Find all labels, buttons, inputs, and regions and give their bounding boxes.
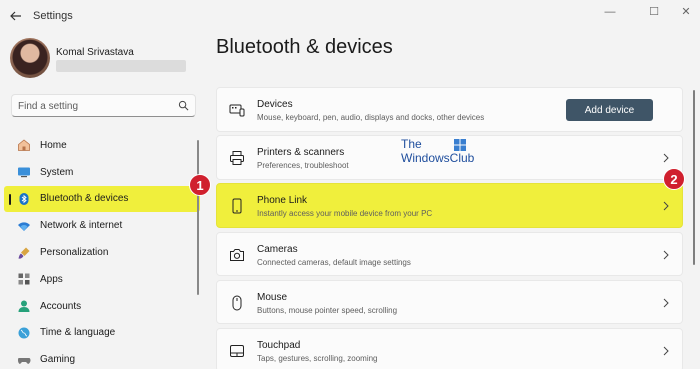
card-subtitle: Mouse, keyboard, pen, audio, displays an… [257,113,485,122]
page-title: Bluetooth & devices [216,36,393,58]
phone-icon [232,198,242,214]
printer-icon [230,151,244,166]
card-subtitle: Preferences, troubleshoot [257,161,349,171]
card-subtitle: Connected cameras, default image setting… [257,257,411,267]
globe-icon [17,326,31,340]
mouse-card[interactable]: Mouse Buttons, mouse pointer speed, scro… [216,279,683,325]
bluetooth-icon [17,192,31,206]
touchpad-card[interactable]: Touchpad Taps, gestures, scrolling, zoom… [216,327,683,369]
title-bar: Settings — ☐ ✕ [0,0,700,32]
profile-email-redacted [56,60,186,72]
content-scrollbar[interactable] [693,90,695,265]
accounts-icon [17,299,31,313]
watermark-line-2: WindowsClub [401,151,475,165]
system-icon [17,165,31,179]
apps-icon [17,272,31,286]
brush-icon [17,246,31,260]
maximize-button[interactable]: ☐ [642,4,666,20]
close-button[interactable]: ✕ [674,4,698,20]
search-icon [178,100,189,111]
sidebar-item-label: Personalization [40,247,109,259]
phone-link-card[interactable]: Phone Link Instantly access your mobile … [216,183,683,228]
sidebar-item-apps[interactable]: Apps [4,266,200,293]
card-subtitle: Instantly access your mobile device from… [257,209,433,219]
sidebar-item-bluetooth-devices[interactable]: Bluetooth & devices [4,185,200,213]
add-device-button[interactable]: Add device [566,99,653,121]
avatar [10,38,50,78]
card-title: Phone Link [257,195,308,207]
card-title: Devices [257,99,293,110]
sidebar-item-label: Apps [40,273,63,285]
annotation-badge-1: 1 [189,174,211,196]
sidebar-scrollbar[interactable] [197,140,199,295]
watermark: The WindowsClub [401,137,491,169]
wifi-icon [17,219,31,233]
cameras-card[interactable]: Cameras Connected cameras, default image… [216,231,683,277]
devices-icon [229,104,245,117]
sidebar-item-label: Bluetooth & devices [40,193,129,205]
sidebar-item-gaming[interactable]: Gaming [4,346,200,369]
sidebar-nav: Home System Bluetooth & devices Network … [4,132,200,369]
app-title: Settings [33,10,73,22]
user-profile[interactable]: Komal Srivastava [10,38,200,80]
home-icon [17,138,31,152]
minimize-button[interactable]: — [598,4,622,20]
annotation-badge-2: 2 [663,168,685,190]
card-subtitle: Taps, gestures, scrolling, zooming [257,353,378,363]
sidebar-item-network-internet[interactable]: Network & internet [4,212,200,239]
back-arrow-icon[interactable] [8,8,24,24]
chevron-right-icon [663,250,669,259]
windows-logo-icon [454,139,466,151]
watermark-line-1: The [401,137,422,151]
sidebar-item-label: Time & language [40,327,116,339]
chevron-right-icon [663,346,669,356]
sidebar-item-accounts[interactable]: Accounts [4,293,200,320]
sidebar-item-personalization[interactable]: Personalization [4,239,200,266]
card-title: Printers & scanners [257,147,345,159]
card-title: Cameras [257,243,298,255]
sidebar-item-label: System [40,166,74,178]
gaming-icon [17,353,31,367]
sidebar-item-label: Accounts [40,300,82,312]
sidebar-item-system[interactable]: System [4,159,200,186]
camera-icon [230,248,244,261]
card-title: Touchpad [257,339,301,351]
card-subtitle: Buttons, mouse pointer speed, scrolling [257,305,398,315]
card-title: Mouse [257,291,288,303]
settings-list: Devices Mouse, keyboard, pen, audio, dis… [216,87,683,369]
sidebar-item-label: Home [40,139,67,151]
search-input[interactable] [18,98,168,114]
sidebar-item-time-language[interactable]: Time & language [4,320,200,347]
chevron-right-icon [663,202,669,211]
sidebar-item-label: Network & internet [40,220,123,232]
touchpad-icon [230,344,244,357]
chevron-right-icon [663,153,669,163]
chevron-right-icon [663,298,669,308]
devices-card[interactable]: Devices Mouse, keyboard, pen, audio, dis… [216,87,683,132]
search-box[interactable] [11,94,196,117]
mouse-icon [232,295,242,311]
sidebar-item-label: Gaming [40,354,76,366]
sidebar-item-home[interactable]: Home [4,132,200,159]
profile-name: Komal Srivastava [56,47,134,58]
